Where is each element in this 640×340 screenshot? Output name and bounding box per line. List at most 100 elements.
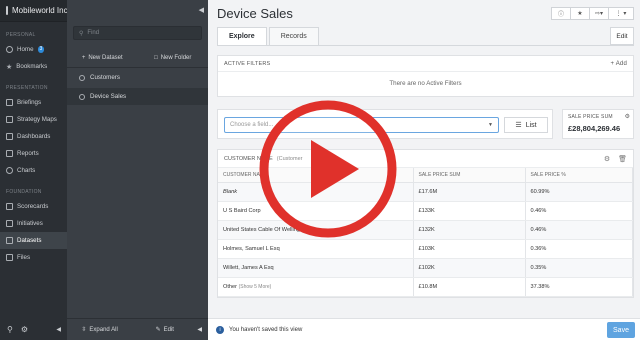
search-icon: ⚲ bbox=[79, 30, 84, 37]
table-row[interactable]: Other (Show 5 More) £10.8M 37.38% bbox=[218, 277, 633, 297]
sidebar-item-reports[interactable]: Reports bbox=[0, 145, 67, 162]
brand-logo-icon bbox=[6, 6, 8, 15]
new-dataset-button[interactable]: + New Dataset bbox=[67, 50, 138, 66]
section-label-personal: Personal bbox=[6, 32, 36, 38]
divider bbox=[67, 67, 208, 68]
column-header[interactable]: Sale Price % bbox=[525, 168, 633, 183]
list-icon: ☰ bbox=[515, 122, 522, 129]
play-video-icon[interactable] bbox=[257, 98, 399, 240]
save-button[interactable]: Save bbox=[607, 322, 635, 338]
notification-badge: 3 bbox=[37, 46, 45, 53]
section-label-presentation: Presentation bbox=[6, 85, 48, 91]
edit-button[interactable]: Edit bbox=[610, 27, 634, 45]
sidebar-item-label: Home bbox=[17, 46, 34, 53]
expand-icon: ⇳ bbox=[81, 327, 87, 333]
sum-value: £28,804,269.46 bbox=[568, 124, 621, 133]
sidebar-item-label: Briefings bbox=[17, 99, 42, 106]
panel-edit-label: Edit bbox=[163, 326, 174, 333]
report-icon bbox=[6, 150, 13, 157]
empty-filters-message: There are no Active Filters bbox=[389, 80, 462, 87]
gear-icon[interactable]: ⚙ bbox=[625, 113, 630, 120]
dataset-icon bbox=[79, 93, 85, 100]
expand-all-button[interactable]: ⇳ Expand All bbox=[67, 326, 132, 334]
share-icon: ⇨▾ bbox=[594, 11, 604, 17]
table-cell: 0.36% bbox=[525, 239, 633, 259]
sidebar-item-label: Datasets bbox=[17, 237, 42, 244]
sidebar-item-strategy-maps[interactable]: Strategy Maps bbox=[0, 111, 67, 128]
collapse-panel-icon[interactable]: ◀ bbox=[199, 6, 204, 14]
view-tabs: Explore Records bbox=[217, 27, 321, 45]
show-more-link[interactable]: (Show 5 More) bbox=[239, 284, 272, 290]
new-folder-button[interactable]: □ New Folder bbox=[138, 50, 209, 66]
chevron-down-icon: ▼ bbox=[488, 122, 493, 128]
file-icon bbox=[6, 254, 13, 261]
sidebar-item-initiatives[interactable]: Initiatives bbox=[0, 215, 67, 232]
search-icon[interactable]: ⚲ bbox=[7, 325, 13, 334]
tab-records[interactable]: Records bbox=[268, 27, 319, 45]
dataset-item-device-sales[interactable]: Device Sales bbox=[67, 88, 208, 105]
more-icon: ⋮ ▾ bbox=[615, 11, 627, 17]
brand[interactable]: Mobileworld Inc. Example bbox=[0, 0, 103, 22]
dataset-item-label: Customers bbox=[90, 74, 120, 81]
strategy-map-icon bbox=[6, 116, 13, 123]
unsaved-message: You haven't saved this view bbox=[229, 326, 303, 333]
dataset-item-customers[interactable]: Customers bbox=[67, 69, 208, 86]
add-filter-label: Add bbox=[615, 60, 627, 67]
sale-price-sum-card: Sale Price Sum £28,804,269.46 ⚙ bbox=[562, 109, 634, 139]
sidebar-item-label: Reports bbox=[17, 150, 39, 157]
sidebar-item-briefings[interactable]: Briefings bbox=[0, 94, 67, 111]
collapse-left-icon[interactable]: ◀ bbox=[56, 326, 61, 333]
sidebar-item-files[interactable]: Files bbox=[0, 249, 67, 266]
table-cell: £133K bbox=[413, 201, 526, 221]
sidebar-item-bookmarks[interactable]: ★ Bookmarks bbox=[0, 58, 67, 75]
briefings-icon bbox=[6, 99, 13, 106]
list-view-label: List bbox=[525, 121, 537, 129]
page-title: Device Sales bbox=[217, 6, 293, 21]
info-icon: ⓘ bbox=[557, 12, 564, 18]
list-view-button[interactable]: ☰ List bbox=[504, 117, 548, 133]
chart-icon bbox=[6, 167, 13, 174]
star-icon: ★ bbox=[6, 63, 13, 71]
gear-icon[interactable]: ⚙ bbox=[604, 155, 610, 163]
expand-all-label: Expand All bbox=[89, 326, 118, 333]
sidebar-item-charts[interactable]: Charts bbox=[0, 162, 67, 179]
panel-edit-button[interactable]: ✎ Edit bbox=[132, 326, 197, 334]
sidebar-item-home[interactable]: Home 3 bbox=[0, 41, 67, 58]
collapse-left-icon[interactable]: ◀ bbox=[197, 326, 202, 333]
panel-actions: + New Dataset □ New Folder bbox=[67, 50, 208, 66]
dataset-search-input[interactable]: ⚲ Find bbox=[73, 26, 202, 40]
user-icon bbox=[6, 46, 13, 53]
active-filters-card: Active Filters + Add There are no Active… bbox=[217, 55, 634, 97]
sidebar-item-label: Files bbox=[17, 254, 31, 261]
table-cell: £132K bbox=[413, 220, 526, 240]
checkbox-icon bbox=[6, 220, 13, 227]
table-cell: Holmes, Samuel L Esq bbox=[218, 239, 414, 259]
sidebar-footer: ⚲ ⚙ ◀ bbox=[0, 318, 67, 340]
plus-icon: + bbox=[81, 55, 86, 61]
table-cell: 0.46% bbox=[525, 220, 633, 240]
info-button[interactable]: ⓘ bbox=[551, 7, 571, 20]
cube-icon bbox=[6, 237, 13, 244]
table-cell: £103K bbox=[413, 239, 526, 259]
sidebar-item-label: Strategy Maps bbox=[17, 116, 57, 123]
sidebar-item-datasets[interactable]: Datasets bbox=[0, 232, 67, 249]
more-button[interactable]: ⋮ ▾ bbox=[608, 7, 634, 20]
table-row[interactable]: Holmes, Samuel L Esq £103K 0.36% bbox=[218, 239, 633, 259]
sidebar-item-dashboards[interactable]: Dashboards bbox=[0, 128, 67, 145]
table-tools: ⚙ 🗑 bbox=[604, 155, 627, 163]
tab-explore[interactable]: Explore bbox=[217, 27, 267, 45]
sidebar-item-label: Dashboards bbox=[17, 133, 51, 140]
sidebar-item-scorecards[interactable]: Scorecards bbox=[0, 198, 67, 215]
table-row[interactable]: Willett, James A Esq £102K 0.35% bbox=[218, 258, 633, 278]
panel-footer: ⇳ Expand All ✎ Edit ◀ bbox=[67, 318, 208, 340]
dataset-item-label: Device Sales bbox=[90, 93, 127, 100]
add-filter-button[interactable]: + Add bbox=[610, 61, 627, 67]
table-cell: 60.99% bbox=[525, 182, 633, 202]
column-header[interactable]: Sale Price Sum bbox=[413, 168, 526, 183]
scorecard-icon bbox=[6, 203, 13, 210]
gear-icon[interactable]: ⚙ bbox=[21, 325, 28, 334]
bookmark-button[interactable]: ★ bbox=[570, 7, 590, 20]
toolbar: ⓘ ★ ⇨▾ ⋮ ▾ bbox=[551, 7, 634, 20]
trash-icon[interactable]: 🗑 bbox=[618, 155, 627, 163]
share-button[interactable]: ⇨▾ bbox=[589, 7, 609, 20]
